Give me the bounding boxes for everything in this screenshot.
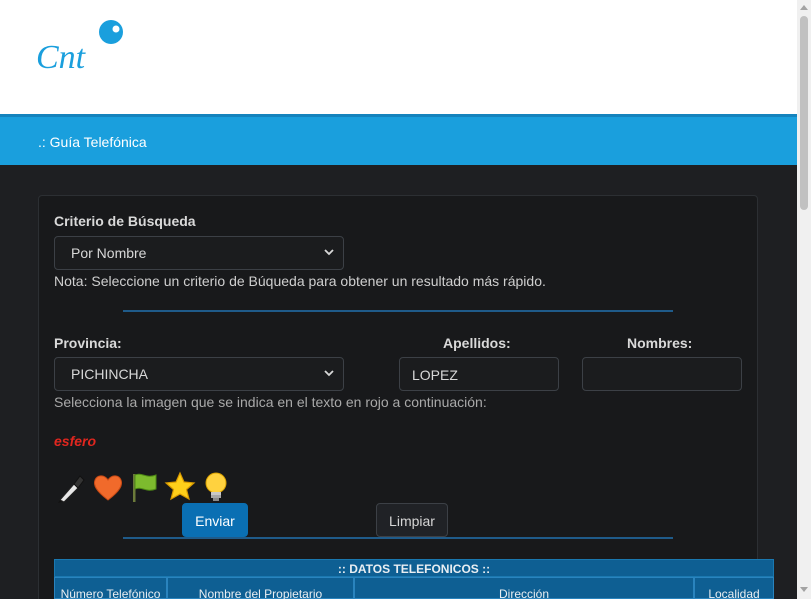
divider	[123, 537, 673, 539]
results-table: :: DATOS TELEFONICOS :: Número Telefónic…	[54, 559, 774, 599]
scroll-up-icon[interactable]	[800, 4, 808, 10]
results-title: :: DATOS TELEFONICOS ::	[54, 559, 774, 577]
scrollbar-thumb[interactable]	[800, 16, 808, 210]
criterio-select[interactable]: Por Nombre	[54, 236, 344, 270]
provincia-select[interactable]: PICHINCHA	[54, 357, 344, 391]
nombres-input[interactable]	[582, 357, 742, 391]
nota-text: Nota: Seleccione un criterio de Búqueda …	[54, 273, 546, 289]
nombres-label: Nombres:	[627, 335, 693, 351]
provincia-label: Provincia:	[54, 335, 122, 351]
column-header-propietario: Nombre del Propietario	[167, 577, 354, 599]
chevron-down-icon	[324, 370, 334, 377]
page-title: .: Guía Telefónica	[38, 134, 147, 150]
heart-icon[interactable]	[92, 470, 124, 504]
captcha-instruction: Selecciona la imagen que se indica en el…	[54, 394, 487, 410]
submit-button[interactable]: Enviar	[182, 503, 248, 537]
criterio-select-value: Por Nombre	[71, 245, 147, 261]
lightbulb-icon[interactable]	[200, 470, 232, 504]
pen-icon[interactable]	[56, 470, 88, 504]
apellidos-label: Apellidos:	[443, 335, 511, 351]
divider	[123, 310, 673, 312]
scroll-down-icon[interactable]	[800, 587, 808, 593]
site-header: Cnt	[0, 0, 797, 114]
provincia-select-value: PICHINCHA	[71, 366, 149, 382]
svg-text:Cnt: Cnt	[36, 39, 87, 74]
clear-button[interactable]: Limpiar	[376, 503, 448, 537]
star-icon[interactable]	[164, 470, 196, 504]
flag-icon[interactable]	[128, 470, 160, 504]
vertical-scrollbar[interactable]	[797, 0, 811, 599]
column-header-localidad: Localidad	[694, 577, 774, 599]
criterio-label: Criterio de Búsqueda	[54, 213, 196, 229]
captcha-word: esfero	[54, 433, 97, 449]
apellidos-input[interactable]: LOPEZ	[399, 357, 559, 391]
column-header-direccion: Dirección	[354, 577, 694, 599]
column-header-numero: Número Telefónico	[54, 577, 167, 599]
nav-bar: .: Guía Telefónica	[0, 114, 797, 165]
cnt-logo: Cnt	[36, 20, 123, 74]
chevron-down-icon	[324, 249, 334, 256]
